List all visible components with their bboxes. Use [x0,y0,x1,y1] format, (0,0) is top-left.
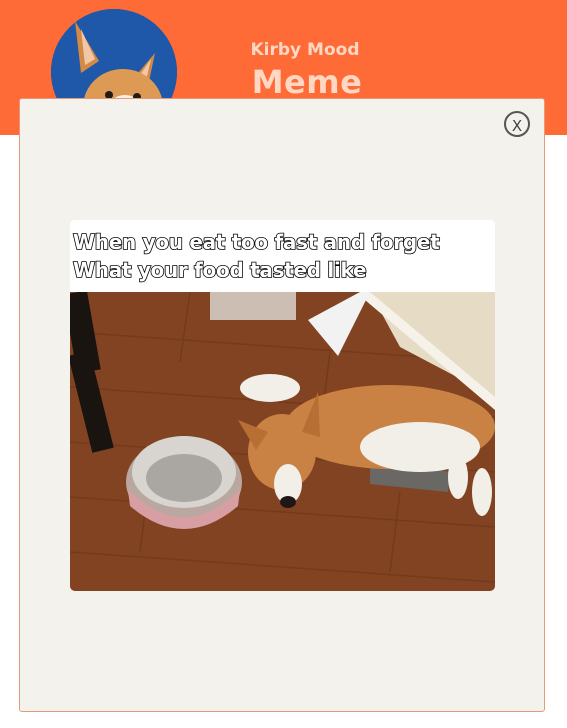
close-button[interactable]: X [504,111,530,137]
meme-caption-line-2: What your food tasted like [72,257,367,283]
meme-modal: X When you eat too fast and forget What … [19,98,545,712]
meme-caption-line-1: When you eat too fast and forget [72,229,440,255]
meme-image: When you eat too fast and forget What yo… [70,220,495,591]
app-subtitle: Kirby Mood [250,40,360,60]
corgi-photo [70,292,495,591]
meme-caption: When you eat too fast and forget What yo… [70,220,495,292]
